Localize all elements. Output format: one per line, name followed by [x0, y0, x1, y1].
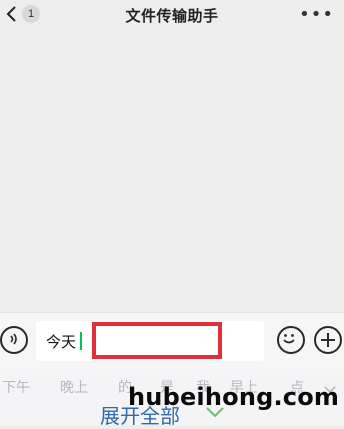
smiley-icon [283, 334, 295, 344]
more-options-button[interactable]: ••• [299, 4, 334, 25]
voice-input-button[interactable] [0, 326, 28, 354]
suggestion-item[interactable]: 晚上 [60, 377, 88, 397]
top-navigation-bar: 1 文件传输助手 ••• [0, 0, 344, 30]
chat-title: 文件传输助手 [125, 6, 219, 25]
emoji-button[interactable] [277, 326, 305, 354]
site-watermark: hubeihong.com [128, 383, 340, 411]
chat-message-area[interactable] [0, 30, 344, 312]
input-text-value: 今天 [46, 333, 77, 351]
highlight-annotation-box [92, 322, 222, 359]
unread-count-badge: 1 [22, 5, 40, 23]
add-more-button[interactable] [314, 326, 342, 354]
suggestion-item[interactable]: 下午 [2, 377, 30, 397]
text-caret [80, 332, 82, 350]
voice-icon [10, 333, 17, 345]
back-button[interactable]: 1 [5, 5, 40, 23]
chevron-left-icon [6, 6, 16, 22]
